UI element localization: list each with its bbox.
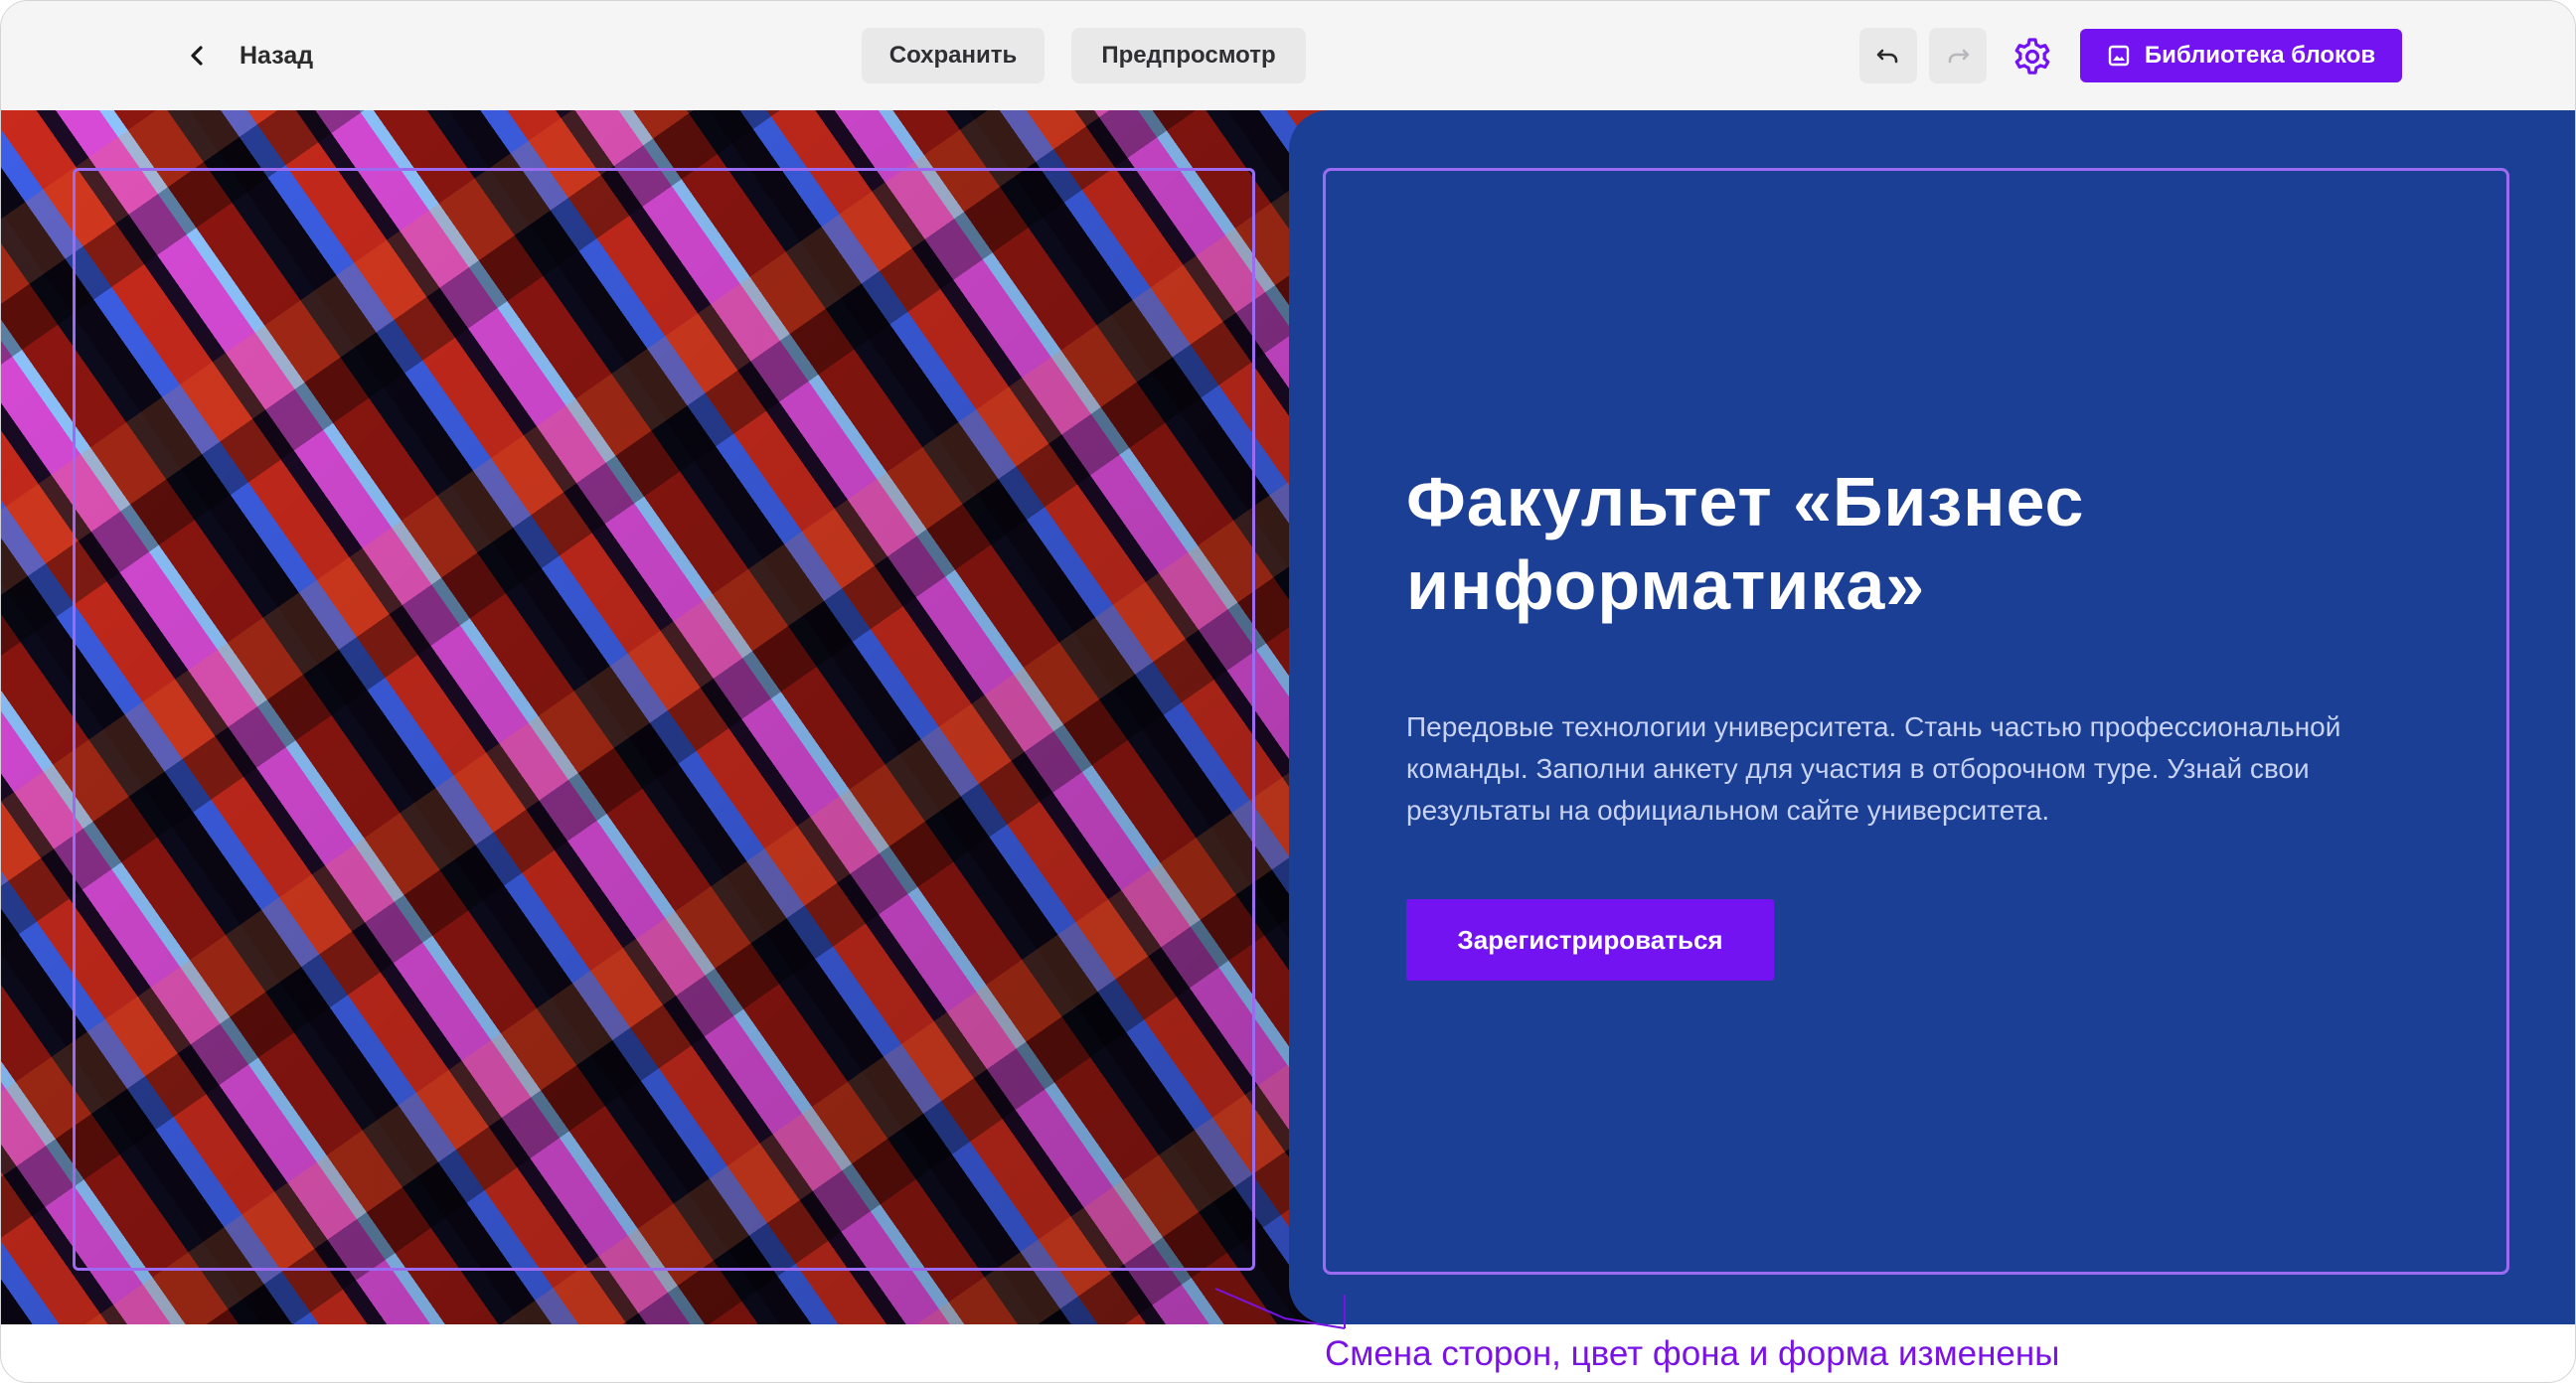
hero-description: Передовые технологии университета. Стань… — [1406, 711, 2341, 826]
hero-image[interactable] — [1, 110, 1333, 1324]
image-selection-outline — [73, 168, 1255, 1271]
chevron-left-icon — [178, 36, 218, 76]
annotation-text: Смена сторон, цвет фона и форма изменены — [1325, 1334, 2060, 1373]
block-library-button[interactable]: Библиотека блоков — [2080, 29, 2402, 82]
editor-canvas: Факультет «Бизнес информатика» Передовые… — [1, 110, 2575, 1324]
preview-button[interactable]: Предпросмотр — [1071, 28, 1306, 83]
gear-icon[interactable] — [2011, 35, 2054, 78]
hero-text-panel[interactable]: Факультет «Бизнес информатика» Передовые… — [1289, 110, 2575, 1324]
hero-headline: Факультет «Бизнес информатика» — [1406, 463, 2085, 624]
block-library-label: Библиотека блоков — [2144, 42, 2376, 69]
editor-window: Назад Сохранить Предпросмотр Библиотека … — [0, 0, 2576, 1383]
save-button[interactable]: Сохранить — [862, 28, 1045, 83]
image-icon — [2108, 45, 2130, 67]
redo-icon — [1948, 49, 1970, 64]
editor-toolbar: Назад Сохранить Предпросмотр Библиотека … — [1, 1, 2575, 110]
back-button[interactable]: Назад — [178, 33, 313, 78]
undo-icon — [1876, 49, 1898, 64]
undo-button[interactable] — [1859, 28, 1917, 83]
redo-button[interactable] — [1929, 28, 1987, 83]
register-button[interactable]: Зарегистрироваться — [1406, 899, 1774, 981]
back-label: Назад — [240, 41, 314, 70]
